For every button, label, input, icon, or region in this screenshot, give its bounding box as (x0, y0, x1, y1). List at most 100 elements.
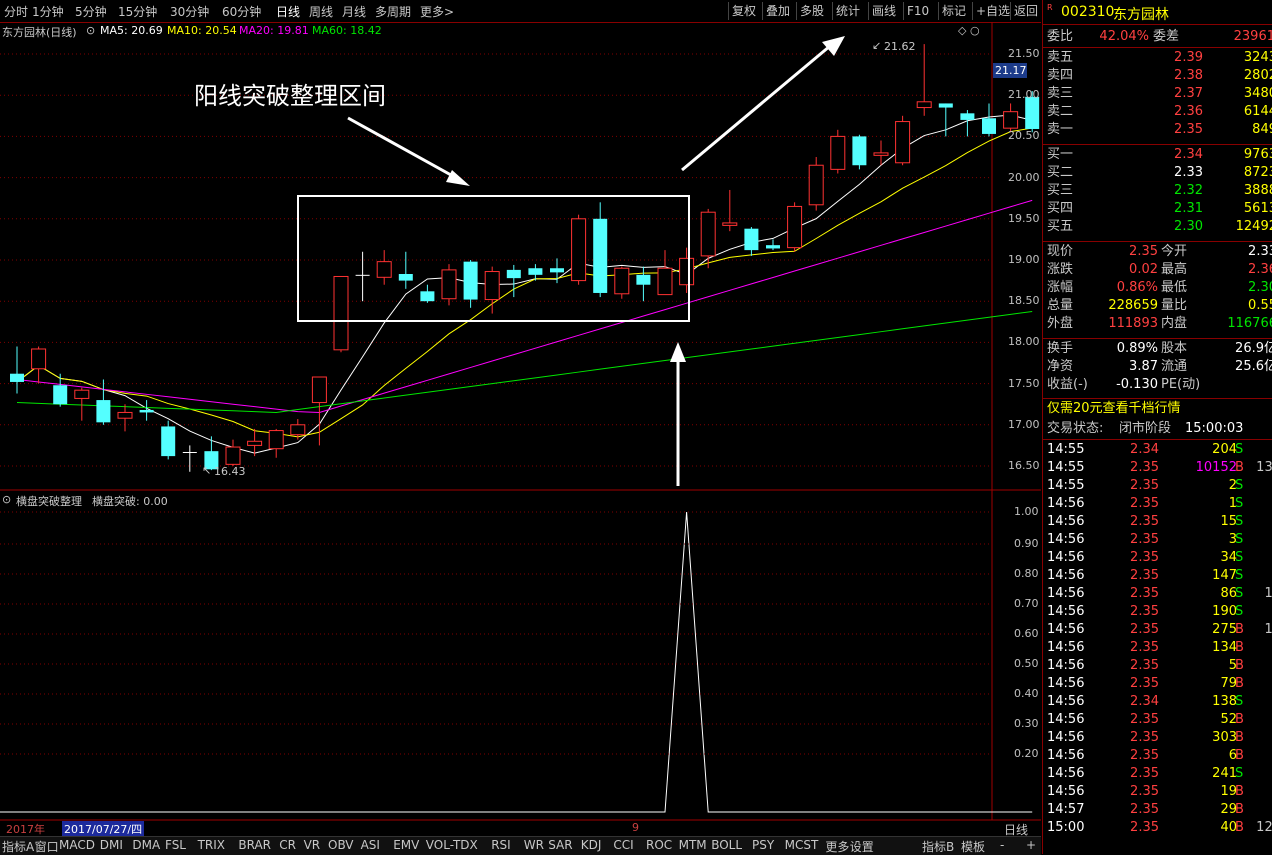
candle[interactable] (441, 264, 457, 306)
candle[interactable] (96, 379, 111, 425)
indicator-tab[interactable]: 窗口 (35, 838, 59, 855)
ask-volume: 3480 (1243, 86, 1272, 101)
candle[interactable] (614, 266, 630, 299)
indicator-tab[interactable]: CR (279, 838, 296, 852)
candle[interactable] (463, 260, 478, 308)
tick-side: S (1235, 442, 1244, 457)
indicator-tab[interactable]: MACD (59, 838, 95, 852)
kline-chart[interactable] (0, 0, 1041, 836)
tick-volume: 204 (1212, 442, 1237, 457)
candle-body (744, 228, 759, 251)
indicator-tab[interactable]: MCST (785, 838, 819, 852)
candle[interactable] (139, 400, 154, 421)
finance-label: PE(动) (1161, 377, 1201, 392)
candle[interactable] (657, 250, 673, 296)
ask-label: 卖五 (1047, 50, 1074, 65)
candle[interactable] (398, 251, 413, 289)
candle[interactable] (982, 103, 996, 137)
indicator-axis-label: 0.40 (1014, 687, 1039, 700)
candle[interactable] (700, 208, 716, 269)
indicator-tab[interactable]: KDJ (581, 838, 602, 852)
indicator-tab[interactable]: OBV (328, 838, 354, 852)
candle[interactable] (852, 134, 867, 170)
zoom-in-button[interactable]: + (1026, 838, 1036, 852)
indicator-tab[interactable]: VOL-TDX (426, 838, 478, 852)
candle[interactable] (161, 420, 176, 460)
cursor-date-label: 2017/07/27/四 (62, 821, 145, 837)
candle[interactable] (722, 189, 738, 232)
finance-row: 净资 3.87 流通 25.6亿 (1043, 358, 1272, 376)
candle-body (528, 268, 543, 275)
candle-body (139, 409, 154, 413)
candle[interactable] (333, 275, 349, 353)
candle[interactable] (895, 115, 911, 166)
candle[interactable] (355, 251, 370, 302)
promo-row[interactable]: 仅需20元查看千档行情 (1043, 400, 1272, 418)
candle[interactable] (268, 428, 284, 458)
status-time: 15:00:03 (1185, 421, 1244, 436)
candle[interactable] (117, 404, 133, 432)
price-axis-label: 20.50 (1008, 129, 1040, 143)
indicator-axis-label: 1.00 (1014, 505, 1039, 518)
candle-body (1025, 96, 1040, 129)
tick-row: 14:56 2.35 275B 12 (1043, 621, 1272, 639)
candle[interactable] (420, 284, 435, 303)
candle[interactable] (808, 157, 824, 211)
indicator-tab[interactable]: TRIX (198, 838, 225, 852)
zoom-out-button[interactable]: - (1000, 838, 1004, 852)
indicator-axis-label: 0.60 (1014, 627, 1039, 640)
template-tab[interactable]: 模板 (961, 838, 985, 855)
candle[interactable] (225, 439, 241, 466)
candle[interactable] (10, 346, 24, 394)
indicator-tab[interactable]: ROC (646, 838, 672, 852)
indicator-tab[interactable]: 更多 (825, 838, 849, 855)
candle[interactable] (1003, 103, 1019, 133)
candle[interactable] (830, 129, 846, 174)
indicator-b-tab[interactable]: 指标B (922, 838, 954, 855)
candle[interactable] (636, 266, 651, 302)
candle[interactable] (679, 247, 695, 293)
stat-label: 内盘 (1161, 316, 1188, 331)
indicator-tab[interactable]: 设置 (850, 838, 874, 855)
status-row: 交易状态: 闭市阶段 15:00:03 (1043, 420, 1272, 438)
candle[interactable] (593, 202, 608, 298)
indicator-tab[interactable]: DMA (132, 838, 160, 852)
candle[interactable] (916, 44, 932, 116)
indicator-tab[interactable]: SAR (548, 838, 572, 852)
indicator-tab[interactable]: BOLL (711, 838, 742, 852)
indicator-axis-label: 0.70 (1014, 597, 1039, 610)
indicator-tab[interactable]: ASI (361, 838, 380, 852)
candle[interactable] (74, 387, 90, 421)
bid-label: 买四 (1047, 201, 1074, 216)
indicator-tab[interactable]: MTM (679, 838, 707, 852)
tick-time: 14:56 (1047, 730, 1085, 745)
candle[interactable] (182, 445, 197, 472)
tick-side: B (1235, 712, 1244, 727)
tick-price: 2.35 (1130, 784, 1159, 799)
promo-text[interactable]: 仅需20元查看千档行情 (1047, 400, 1181, 418)
indicator-tab[interactable]: BRAR (238, 838, 271, 852)
candle[interactable] (484, 266, 500, 314)
indicator-tab[interactable]: VR (304, 838, 321, 852)
indicator-tab[interactable]: WR (524, 838, 544, 852)
candle[interactable] (376, 250, 392, 285)
stat-value: 228659 (1108, 298, 1158, 313)
indicator-tab[interactable]: EMV (393, 838, 419, 852)
candle[interactable] (787, 202, 803, 252)
finance-value: 25.6亿 (1235, 359, 1272, 374)
candle[interactable] (744, 227, 759, 256)
candle[interactable] (766, 239, 780, 251)
candle[interactable] (31, 346, 47, 384)
candle[interactable] (571, 214, 587, 285)
tick-price: 2.35 (1130, 658, 1159, 673)
candle[interactable] (528, 264, 543, 281)
indicator-tab[interactable]: PSY (752, 838, 774, 852)
indicator-tab[interactable]: FSL (165, 838, 186, 852)
indicator-tab[interactable]: RSI (491, 838, 511, 852)
indicator-tab[interactable]: 指标A (2, 838, 34, 855)
indicator-tab[interactable]: CCI (613, 838, 633, 852)
bid-row: 买四 2.31 5613 (1043, 200, 1272, 218)
tick-time: 14:57 (1047, 802, 1085, 817)
indicator-tab[interactable]: DMI (100, 838, 123, 852)
candle-body (161, 426, 176, 457)
